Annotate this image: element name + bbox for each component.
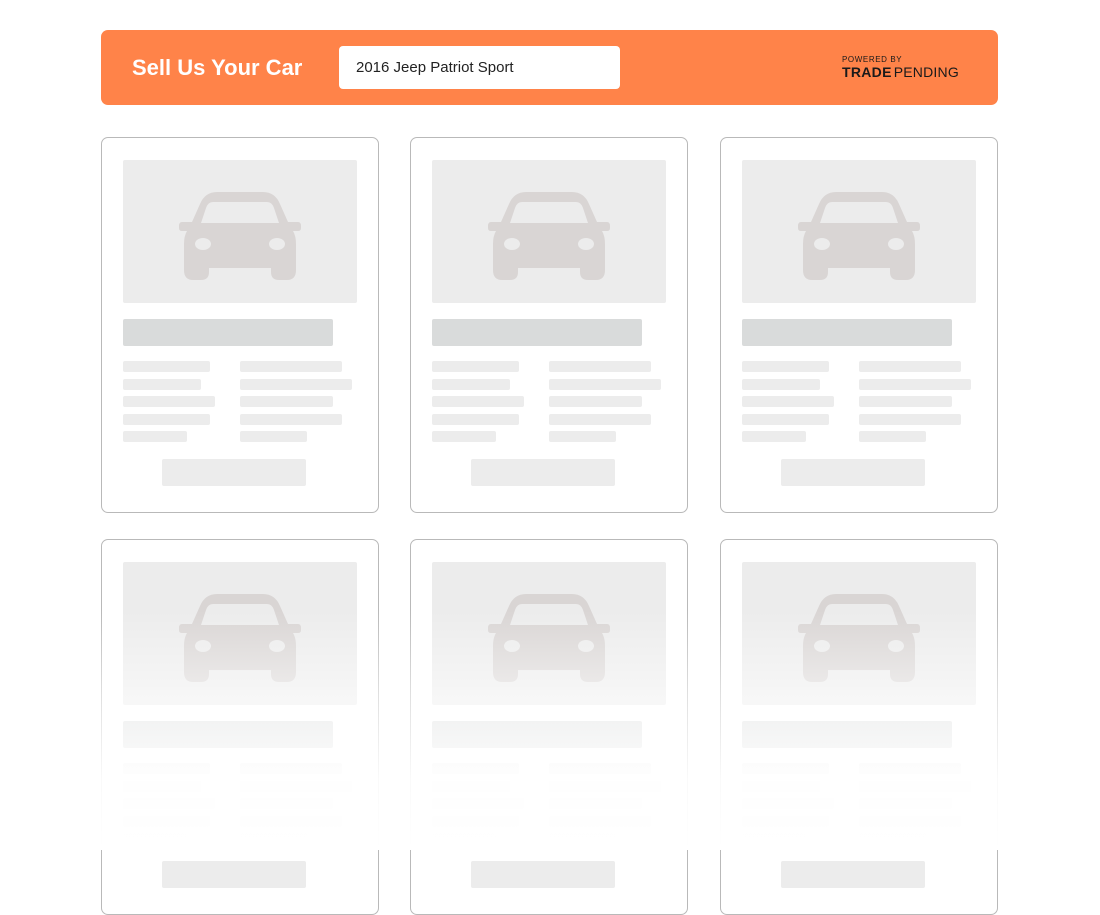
vehicle-title-placeholder [742, 319, 952, 346]
spec-value-placeholder [549, 361, 651, 372]
spec-line-placeholder [123, 396, 215, 407]
spec-line-placeholder [123, 798, 215, 809]
spec-line-placeholder [742, 396, 834, 407]
spec-value-placeholder [859, 763, 961, 774]
spec-line-placeholder [742, 379, 820, 390]
header-title: Sell Us Your Car [132, 55, 303, 80]
spec-line-placeholder [432, 816, 519, 827]
vehicle-photo-placeholder [123, 562, 357, 705]
card-button-placeholder [162, 861, 306, 888]
spec-line-placeholder [432, 361, 519, 372]
spec-value-placeholder [240, 816, 342, 827]
spec-value-placeholder [859, 833, 926, 844]
spec-value-placeholder [549, 379, 661, 390]
vehicle-card-placeholder [410, 137, 688, 513]
vehicle-photo-placeholder [432, 562, 666, 705]
spec-line-placeholder [432, 763, 519, 774]
spec-value-placeholder [859, 379, 971, 390]
vehicle-card-placeholder [410, 539, 688, 915]
spec-value-placeholder [549, 763, 651, 774]
spec-line-placeholder [123, 431, 187, 442]
spec-value-placeholder [240, 379, 352, 390]
spec-value-placeholder [549, 781, 661, 792]
spec-value-placeholder [240, 763, 342, 774]
spec-value-placeholder [549, 816, 651, 827]
vehicle-title-placeholder [742, 721, 952, 748]
car-icon [798, 594, 920, 682]
vehicle-photo-placeholder [123, 160, 357, 303]
card-button-placeholder [471, 459, 615, 486]
vehicle-title-placeholder [123, 721, 333, 748]
spec-value-placeholder [240, 431, 307, 442]
vehicle-search-input[interactable] [339, 46, 620, 89]
spec-line-placeholder [123, 763, 210, 774]
brand-light-text: PENDING [893, 64, 959, 80]
spec-line-placeholder [123, 361, 210, 372]
vehicle-title-placeholder [432, 319, 642, 346]
spec-value-placeholder [240, 414, 342, 425]
spec-value-placeholder [549, 833, 616, 844]
spec-value-placeholder [859, 414, 961, 425]
card-button-placeholder [471, 861, 615, 888]
spec-value-placeholder [240, 361, 342, 372]
sell-car-header: Sell Us Your Car POWERED BY TRADEPENDING [101, 30, 998, 105]
spec-value-placeholder [240, 781, 352, 792]
spec-line-placeholder [123, 833, 187, 844]
spec-value-placeholder [549, 396, 642, 407]
spec-line-placeholder [742, 781, 820, 792]
spec-line-placeholder [432, 396, 524, 407]
spec-line-placeholder [742, 431, 806, 442]
powered-by-tradepending-logo: POWERED BY TRADE PENDING [842, 55, 959, 80]
vehicle-photo-placeholder [742, 562, 976, 705]
spec-value-placeholder [240, 798, 333, 809]
spec-value-placeholder [549, 431, 616, 442]
spec-line-placeholder [432, 431, 496, 442]
spec-line-placeholder [123, 816, 210, 827]
spec-line-placeholder [742, 833, 806, 844]
spec-value-placeholder [859, 431, 926, 442]
spec-line-placeholder [742, 414, 829, 425]
spec-line-placeholder [742, 816, 829, 827]
spec-value-placeholder [240, 833, 307, 844]
spec-line-placeholder [432, 798, 524, 809]
card-button-placeholder [781, 459, 925, 486]
spec-line-placeholder [432, 781, 510, 792]
spec-line-placeholder [742, 798, 834, 809]
spec-value-placeholder [859, 396, 952, 407]
spec-line-placeholder [123, 781, 201, 792]
spec-line-placeholder [123, 379, 201, 390]
card-button-placeholder [162, 459, 306, 486]
spec-line-placeholder [432, 833, 496, 844]
powered-by-label: POWERED BY [842, 55, 903, 64]
vehicle-card-placeholder [720, 539, 998, 915]
spec-value-placeholder [240, 396, 333, 407]
car-icon [488, 594, 610, 682]
vehicle-photo-placeholder [432, 160, 666, 303]
vehicle-card-placeholder [101, 137, 379, 513]
spec-line-placeholder [123, 414, 210, 425]
car-icon [488, 192, 610, 280]
spec-value-placeholder [549, 798, 642, 809]
spec-line-placeholder [432, 414, 519, 425]
car-icon [798, 192, 920, 280]
spec-value-placeholder [859, 781, 971, 792]
car-icon [179, 594, 301, 682]
spec-line-placeholder [742, 361, 829, 372]
spec-value-placeholder [859, 816, 961, 827]
car-icon [179, 192, 301, 280]
brand-bold-text: TRADE [842, 64, 892, 80]
spec-value-placeholder [859, 798, 952, 809]
brand-wordmark: TRADE PENDING [842, 65, 959, 79]
spec-line-placeholder [432, 379, 510, 390]
spec-line-placeholder [742, 763, 829, 774]
card-button-placeholder [781, 861, 925, 888]
vehicle-card-placeholder [101, 539, 379, 915]
spec-value-placeholder [549, 414, 651, 425]
vehicle-title-placeholder [432, 721, 642, 748]
spec-value-placeholder [859, 361, 961, 372]
vehicle-title-placeholder [123, 319, 333, 346]
vehicle-photo-placeholder [742, 160, 976, 303]
vehicle-card-placeholder [720, 137, 998, 513]
